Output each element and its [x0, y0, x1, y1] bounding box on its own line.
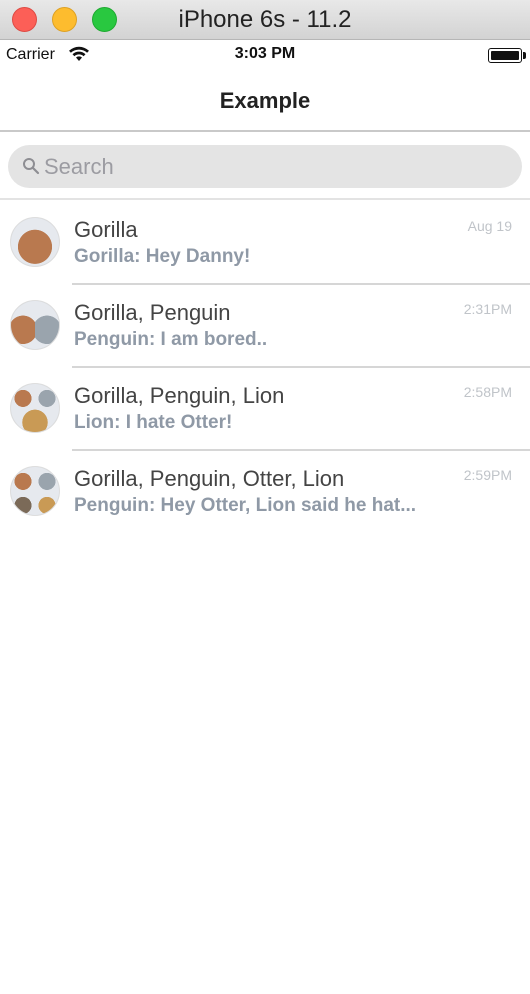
search-icon [23, 158, 40, 175]
message-preview: Penguin: I am bored.. [74, 329, 268, 350]
lion-photo [35, 491, 59, 515]
penguin-photo [35, 384, 59, 408]
simulator-title-bar: iPhone 6s - 11.2 [0, 0, 530, 40]
gorilla-photo [11, 384, 35, 408]
otter-photo [11, 491, 35, 515]
conversation-row[interactable]: Gorilla, Penguin, Lion Lion: I hate Otte… [0, 368, 530, 451]
page-title: Example [219, 88, 311, 113]
message-time: 2:58PM [463, 384, 512, 400]
message-time: Aug 19 [467, 218, 512, 234]
battery-tip [523, 52, 526, 59]
conversation-name: Gorilla, Penguin, Otter, Lion [74, 466, 345, 491]
conversation-list: Gorilla Gorilla: Hey Danny! Aug 19 Goril… [0, 202, 530, 534]
conversation-row[interactable]: Gorilla, Penguin Penguin: I am bored.. 2… [0, 285, 530, 368]
conversation-row[interactable]: Gorilla Gorilla: Hey Danny! Aug 19 [0, 202, 530, 285]
conversation-row[interactable]: Gorilla, Penguin, Otter, Lion Penguin: H… [0, 451, 530, 534]
gorilla-photo [11, 467, 35, 491]
avatar [10, 466, 60, 516]
conversation-name: Gorilla, Penguin [74, 300, 231, 325]
message-preview: Penguin: Hey Otter, Lion said he hat... [74, 495, 417, 516]
window-title: iPhone 6s - 11.2 [178, 6, 352, 33]
penguin-photo [35, 301, 59, 349]
navigation-bar: Example [0, 70, 530, 132]
status-bar: Carrier 3:03 PM [0, 40, 530, 70]
conversation-name: Gorilla, Penguin, Lion [74, 383, 285, 408]
avatar [10, 217, 60, 267]
search-bar-container [0, 132, 530, 200]
message-preview: Gorilla: Hey Danny! [74, 246, 251, 267]
gorilla-photo [11, 301, 35, 349]
search-bar[interactable] [8, 145, 522, 188]
penguin-photo [35, 467, 59, 491]
status-time: 3:03 PM [234, 45, 296, 62]
battery-icon [488, 48, 522, 63]
avatar [10, 300, 60, 350]
search-input[interactable] [44, 145, 504, 188]
message-preview: Lion: I hate Otter! [74, 412, 233, 433]
conversation-name: Gorilla [74, 217, 138, 242]
message-time: 2:59PM [463, 467, 512, 483]
gorilla-photo [11, 218, 59, 266]
message-time: 2:31PM [463, 301, 512, 317]
lion-photo [11, 408, 59, 432]
avatar [10, 383, 60, 433]
